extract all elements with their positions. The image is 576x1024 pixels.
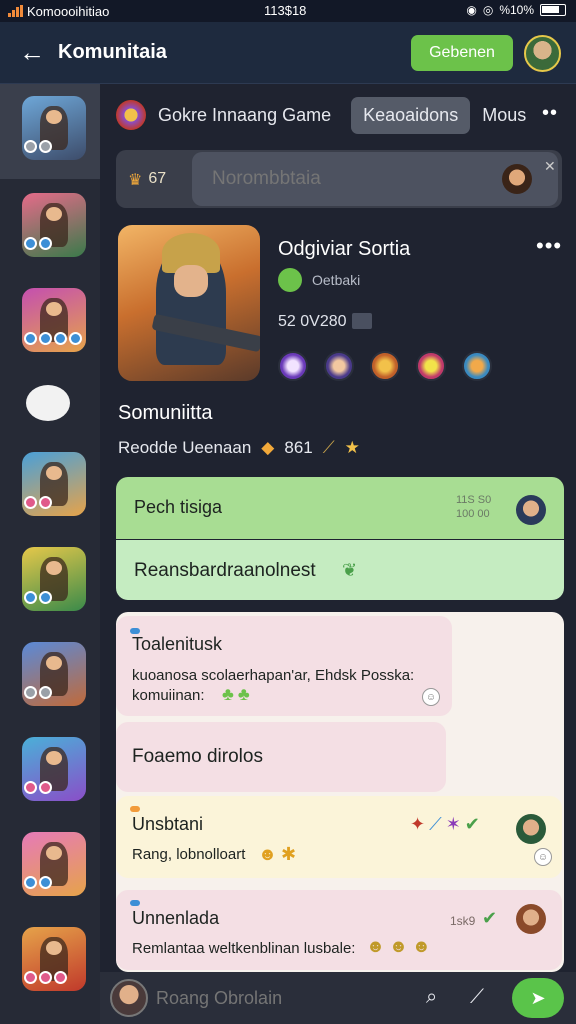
add-reaction-icon[interactable]: ☺ — [422, 688, 440, 706]
tab-more[interactable]: Mous — [470, 97, 538, 134]
game-more-icon[interactable]: ••• — [536, 233, 562, 259]
developer-name: Oetbaki — [312, 272, 361, 288]
sidebar-game-6[interactable] — [0, 535, 100, 630]
send-icon: ➤ — [530, 987, 546, 1008]
sidebar-game-5[interactable] — [0, 440, 100, 535]
member-count: 52 0V280 — [278, 313, 347, 330]
sidebar-game-1[interactable] — [0, 84, 100, 179]
message-title: Unsbtani — [132, 814, 204, 834]
sword-icon: ⟋ — [322, 438, 335, 457]
message-card[interactable]: Unnenlada 1sk9 ✔ Remlantaa weltkenblinan… — [116, 890, 562, 970]
game-name: Odgiviar Sortia — [278, 238, 411, 260]
sidebar-game-9[interactable] — [0, 820, 100, 915]
tab-bar: Gokre Innaang Game Keaoaidons Mous •• — [100, 84, 576, 146]
battery-text: %10% — [499, 3, 534, 17]
game-sidebar — [0, 84, 100, 1024]
developer-icon — [278, 268, 302, 292]
profile-avatar[interactable] — [524, 35, 561, 72]
author-avatar[interactable] — [516, 814, 546, 844]
search-bar: ♛ 67 ✕ — [116, 150, 562, 208]
emoji-reactions: ♣ ♣ — [222, 684, 250, 704]
message-title: Foaemo dirolos — [132, 746, 263, 767]
sidebar-game-3[interactable] — [0, 276, 100, 371]
message-card[interactable]: Pech tisiga 11S S0 100 00 — [116, 477, 564, 539]
tab-discussions[interactable]: Keaoaidons — [351, 96, 471, 134]
tab-game[interactable]: Gokre Innaang Game — [146, 97, 343, 134]
add-reaction-icon[interactable]: ☺ — [534, 848, 552, 866]
status-time: 113$18 — [264, 3, 307, 18]
check-icon: ✔ — [482, 908, 498, 928]
search-icon[interactable]: ⌕ — [426, 986, 437, 1009]
alarm-icon: ◉ — [466, 3, 477, 17]
composer-bar: ⌕ ⟋ ➤ — [100, 972, 576, 1024]
sidebar-game-2[interactable] — [0, 181, 100, 276]
emoji-reactions: ☻ ✱ — [258, 844, 297, 864]
game-cover-image[interactable] — [118, 225, 260, 381]
message-title: Pech tisiga — [134, 497, 223, 517]
emoji-reactions: ☻ ☻ ☻ — [366, 936, 431, 956]
message-body: Remlantaa weltkenblinan lusbale: — [132, 940, 356, 957]
message-body-card: Reansbardraanolnest ❦ — [116, 540, 564, 600]
crown-icon: ♛ — [128, 172, 143, 189]
hero-avatar[interactable] — [416, 351, 446, 381]
sidebar-game-8[interactable] — [0, 725, 100, 820]
hero-avatar[interactable] — [462, 351, 492, 381]
message-body: Reansbardraanolnest — [134, 560, 316, 581]
more-options-icon[interactable]: •• — [542, 102, 558, 125]
app-header: ← Komunitaia Gebenen — [0, 22, 576, 84]
message-card[interactable]: Unsbtani Rang, lobnolloart ☻ ✱ ✦ ⟋ ✶ ✔ ☺ — [116, 796, 562, 878]
search-avatar — [502, 164, 532, 194]
hero-avatar[interactable] — [278, 351, 308, 381]
sync-icon: ◎ — [482, 3, 494, 17]
controller-icon — [26, 385, 70, 421]
sidebar-game-10[interactable] — [0, 915, 100, 1010]
game-badge-icon — [116, 100, 146, 130]
message-card[interactable]: Foaemo dirolos — [116, 722, 446, 792]
message-title: Unnenlada — [132, 908, 220, 928]
members-icon — [352, 313, 372, 329]
message-input[interactable] — [156, 980, 416, 1016]
battery-icon — [540, 4, 566, 16]
primary-action-button[interactable]: Gebenen — [411, 35, 513, 71]
close-icon[interactable]: ✕ — [544, 158, 556, 175]
author-avatar[interactable] — [516, 495, 546, 525]
sidebar-game-7[interactable] — [0, 630, 100, 725]
message-title: Toalenitusk — [132, 634, 223, 654]
community-meta: Reodde Ueenaan ◆ 861 ⟋ ★ — [118, 438, 360, 457]
attach-icon[interactable]: ⟋ — [470, 986, 484, 1009]
message-timestamp: 1sk9 — [450, 914, 476, 928]
message-body: kuoanosa scolaerhapan'ar, Ehdsk Posska: … — [132, 667, 415, 704]
star-icon: ★ — [344, 438, 360, 457]
hero-avatar[interactable] — [370, 351, 400, 381]
signal-icon — [8, 5, 23, 17]
composer-avatar[interactable] — [110, 979, 148, 1017]
send-button[interactable]: ➤ — [512, 978, 564, 1018]
author-avatar[interactable] — [516, 904, 546, 934]
back-arrow-icon[interactable]: ← — [12, 33, 52, 73]
fire-icon: ◆ — [261, 438, 275, 457]
hero-avatar-list — [278, 351, 492, 381]
community-title: Somuniitta — [118, 402, 213, 424]
hero-avatar[interactable] — [324, 351, 354, 381]
status-bar: Komoooihitiao 113$18 ◉ ◎ %10% — [0, 0, 576, 22]
reaction-icons: ✦ ⟋ ✶ ✔ — [410, 814, 480, 834]
search-count: ♛ 67 — [128, 170, 167, 189]
leaf-icon: ❦ — [342, 560, 358, 580]
message-card[interactable]: Toalenitusk kuoanosa scolaerhapan'ar, Eh… — [116, 616, 452, 716]
status-app-label: Komoooihitiao — [27, 3, 110, 19]
message-body: Rang, lobnolloart — [132, 846, 246, 863]
message-timestamp: 11S S0 100 00 — [456, 494, 492, 520]
page-title: Komunitaia — [58, 41, 167, 63]
